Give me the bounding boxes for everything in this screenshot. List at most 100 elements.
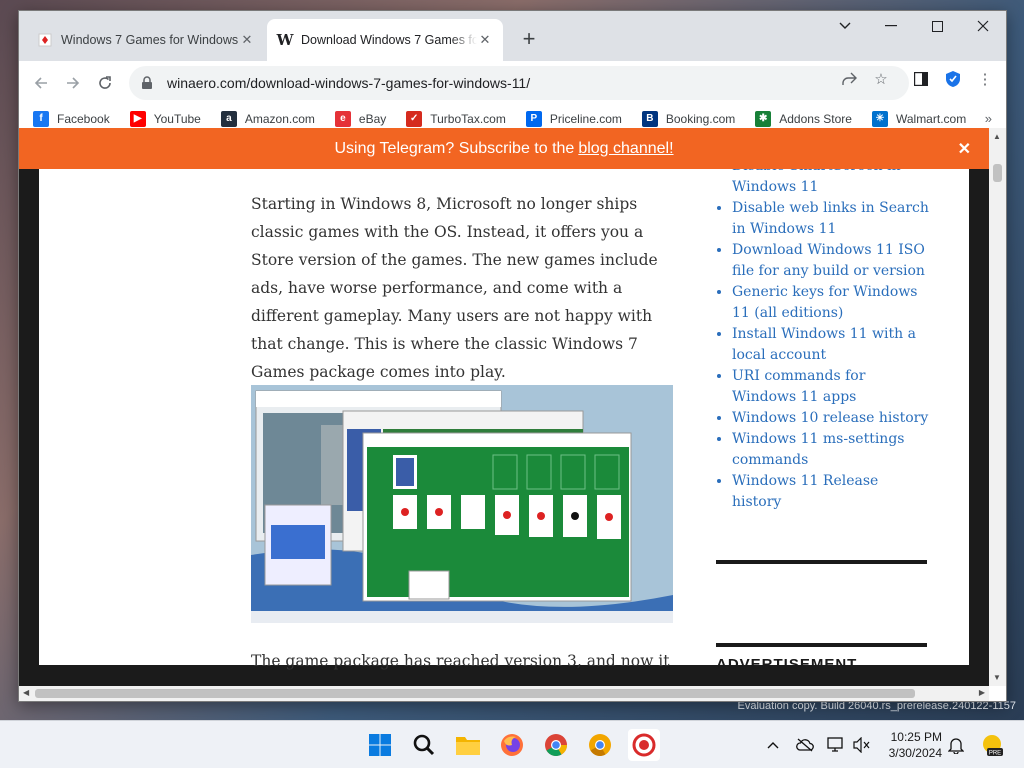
address-text: winaero.com/download-windows-7-games-for… (167, 75, 531, 91)
notification-bell-icon[interactable] (946, 735, 966, 755)
sidebar-divider (716, 643, 927, 647)
favicon-icon (37, 32, 53, 48)
reload-button[interactable] (91, 69, 119, 97)
bookmark-turbotax-com[interactable]: ✓ TurboTax.com (406, 110, 506, 127)
chrome-icon[interactable] (540, 729, 572, 761)
winaero-app-icon[interactable] (628, 729, 660, 761)
sidebar-link[interactable]: Windows 11 ms-settings commands (732, 431, 904, 468)
bookmark-favicon-icon: ▶ (129, 110, 146, 127)
volume-muted-icon[interactable] (852, 735, 872, 755)
sidebar-link[interactable]: URI commands for Windows 11 apps (732, 368, 865, 405)
vertical-scroll-thumb[interactable] (993, 164, 1002, 182)
close-tab-icon[interactable]: ✕ (239, 32, 255, 48)
bookmark-facebook[interactable]: f Facebook (33, 110, 110, 127)
search-icon[interactable] (408, 729, 440, 761)
winaero-favicon-icon: W (276, 31, 294, 49)
bookmark-addons-store[interactable]: ✱ Addons Store (755, 110, 852, 127)
banner-text: Using Telegram? Subscribe to the (334, 139, 575, 157)
bookmarks-overflow-icon[interactable]: » (985, 111, 992, 126)
bookmark-amazon-com[interactable]: a Amazon.com (220, 110, 315, 127)
sidebar-link-item: Disable web links in Search in Windows 1… (732, 198, 930, 240)
sidebar-link-item: Generic keys for Windows 11 (all edition… (732, 282, 930, 324)
side-panel-icon[interactable] (910, 68, 932, 90)
windows7-games-screenshot (251, 385, 673, 623)
copilot-pre-icon[interactable]: PRE (980, 735, 1006, 757)
sidebar-link-item: Windows 11 Release history (732, 471, 930, 513)
bookmark-label: Priceline.com (549, 111, 622, 126)
telegram-banner: Using Telegram? Subscribe to the blog ch… (19, 128, 989, 169)
close-window-button[interactable] (960, 11, 1006, 41)
svg-text:PRE: PRE (989, 751, 1001, 757)
sidebar-link[interactable]: Windows 10 release history (732, 410, 928, 426)
tab-download-games[interactable]: W Download Windows 7 Games fo ✕ (267, 19, 503, 61)
sidebar-link[interactable]: Download Windows 11 ISO file for any bui… (732, 242, 925, 279)
sidebar-link[interactable]: Windows 11 Release history (732, 473, 878, 510)
network-icon[interactable] (826, 735, 846, 755)
chevron-up-icon[interactable] (763, 735, 783, 755)
blog-channel-link[interactable]: blog channel! (578, 140, 673, 158)
start-button[interactable] (364, 729, 396, 761)
bookmark-ebay[interactable]: e eBay (334, 110, 387, 127)
cloud-offline-icon[interactable] (795, 735, 815, 755)
new-tab-button[interactable]: + (515, 25, 543, 53)
page-content: Starting in Windows 8, Microsoft no long… (39, 128, 969, 673)
bookmark-favicon-icon: ✓ (406, 110, 423, 127)
clock-time: 10:25 PM (890, 730, 942, 744)
horizontal-scroll-thumb[interactable] (35, 689, 915, 698)
page-viewport: Using Telegram? Subscribe to the blog ch… (19, 128, 989, 686)
lock-icon (141, 75, 157, 91)
browser-toolbar: winaero.com/download-windows-7-games-for… (19, 61, 1006, 105)
maximize-button[interactable] (914, 11, 960, 41)
bookmark-label: eBay (358, 111, 387, 126)
sidebar-heading: ADVERTISEMENT (716, 656, 858, 673)
bookmark-priceline-com[interactable]: P Priceline.com (525, 110, 622, 127)
tab-title: Windows 7 Games for Windows (61, 33, 239, 47)
horizontal-scrollbar[interactable]: ◀ ▶ (19, 686, 989, 701)
forward-button[interactable] (59, 69, 87, 97)
bookmark-label: YouTube (153, 111, 201, 126)
bookmark-walmart-com[interactable]: ✳ Walmart.com (871, 110, 967, 127)
minimize-button[interactable] (868, 11, 914, 41)
extension-shield-icon[interactable] (942, 68, 964, 90)
vertical-scrollbar[interactable]: ▲ ▼ (989, 128, 1006, 686)
bookmark-youtube[interactable]: ▶ YouTube (129, 110, 201, 127)
firefox-icon[interactable] (496, 729, 528, 761)
clock[interactable]: 10:25 PM 3/30/2024 (889, 729, 942, 761)
share-icon[interactable] (838, 68, 860, 90)
address-bar[interactable]: winaero.com/download-windows-7-games-for… (129, 66, 909, 100)
article-paragraph: Starting in Windows 8, Microsoft no long… (251, 195, 658, 381)
bookmark-label: TurboTax.com (430, 111, 506, 126)
file-explorer-icon[interactable] (452, 729, 484, 761)
tab-windows7-games[interactable]: Windows 7 Games for Windows ✕ (27, 19, 265, 61)
bookmark-label: Addons Store (779, 111, 852, 126)
bookmark-star-icon[interactable]: ☆ (870, 68, 892, 90)
bookmark-favicon-icon: ✳ (871, 110, 888, 127)
next-paragraph: The game package has reached version 3, … (251, 652, 670, 670)
sidebar-link[interactable]: Generic keys for Windows 11 (all edition… (732, 284, 918, 321)
bookmark-favicon-icon: e (334, 110, 351, 127)
sidebar-link-item: Windows 11 ms-settings commands (732, 429, 930, 471)
sidebar-link-item: Windows 10 release history (732, 408, 930, 429)
bookmark-label: Booking.com (665, 111, 736, 126)
bookmark-favicon-icon: f (33, 110, 49, 127)
bookmark-booking-com[interactable]: B Booking.com (641, 110, 736, 127)
bookmark-favicon-icon: B (641, 110, 658, 127)
browser-window: Windows 7 Games for Windows ✕ W Download… (18, 10, 1007, 702)
sidebar-link-item: URI commands for Windows 11 apps (732, 366, 930, 408)
back-button[interactable] (27, 69, 55, 97)
chrome-canary-icon[interactable] (584, 729, 616, 761)
sidebar-link-item: Install Windows 11 with a local account (732, 324, 930, 366)
menu-kebab-icon[interactable]: ⋮ (974, 68, 996, 90)
sidebar-link[interactable]: Install Windows 11 with a local account (732, 326, 916, 363)
banner-close-icon[interactable]: ✕ (958, 139, 971, 159)
tab-search-icon[interactable] (822, 11, 868, 41)
bookmark-favicon-icon: ✱ (755, 110, 772, 127)
sidebar-links: Disable SmartScreen in Windows 11Disable… (716, 156, 930, 513)
close-tab-icon[interactable]: ✕ (477, 32, 493, 48)
tab-strip: Windows 7 Games for Windows ✕ W Download… (19, 11, 1006, 61)
sidebar-link[interactable]: Disable web links in Search in Windows 1… (732, 200, 929, 237)
bookmark-label: Walmart.com (895, 111, 967, 126)
tab-title: Download Windows 7 Games fo (301, 33, 477, 47)
sidebar-divider (716, 560, 927, 564)
bookmark-label: Amazon.com (244, 111, 315, 126)
